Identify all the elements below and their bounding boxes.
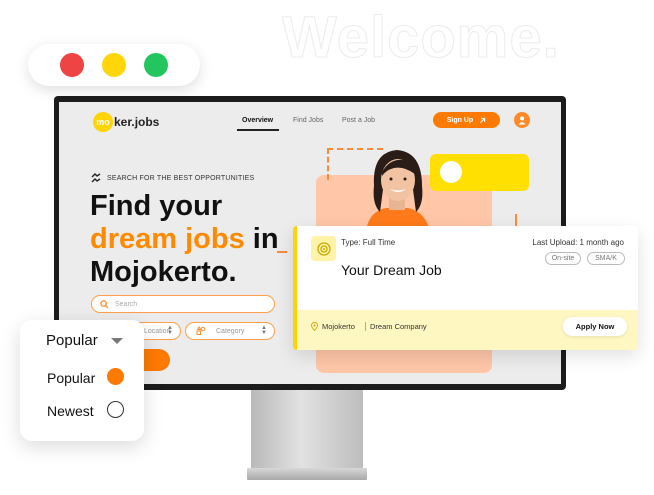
lightning-icon: [91, 173, 101, 183]
hero-highlight: dream jobs: [90, 223, 245, 255]
search-input[interactable]: Search: [91, 295, 275, 313]
job-title: Your Dream Job: [341, 262, 442, 278]
apply-now-button[interactable]: Apply Now: [563, 317, 627, 336]
user-avatar[interactable]: [514, 112, 530, 128]
hero-tagline: SEARCH FOR THE BEST OPPORTUNITIES: [91, 173, 254, 183]
search-placeholder: Search: [115, 300, 138, 308]
minimize-button[interactable]: [102, 53, 126, 77]
job-logo: [311, 236, 336, 261]
promo-stage: Welcome. mo ker.jobs Overview Find Jobs …: [0, 0, 654, 495]
radio-unchecked-icon[interactable]: [107, 401, 124, 418]
category-icon: [196, 326, 206, 335]
logo-text: ker.jobs: [114, 115, 160, 129]
radio-checked-icon[interactable]: [107, 368, 124, 385]
job-type: Type: Full Time: [341, 238, 396, 247]
category-select[interactable]: Category ▲ ▼: [185, 322, 275, 340]
location-pin-icon: [311, 322, 318, 331]
monitor-stand: [251, 390, 363, 470]
chevron-down-icon[interactable]: [111, 338, 123, 344]
sort-dropdown: Popular Popular Newest: [20, 320, 144, 441]
sort-option-newest[interactable]: Newest: [47, 403, 94, 419]
select-chevrons-icon: ▲ ▼: [261, 325, 267, 336]
close-button[interactable]: [60, 53, 84, 77]
logo-mark: mo: [93, 112, 113, 132]
category-select-label: Category: [216, 327, 245, 335]
sign-up-button[interactable]: Sign Up: [433, 112, 500, 128]
hero-line-2-rest: in: [244, 223, 279, 255]
tagline-text: SEARCH FOR THE BEST OPPORTUNITIES: [107, 174, 255, 182]
decorative-dash: [277, 251, 287, 253]
nav-post-job[interactable]: Post a Job: [342, 117, 375, 124]
monitor-base: [247, 468, 367, 480]
job-location-text: Mojokerto: [322, 322, 355, 331]
app-logo[interactable]: mo ker.jobs: [93, 112, 159, 132]
hero-line-1: Find your: [90, 190, 223, 222]
maximize-button[interactable]: [144, 53, 168, 77]
hero-line-3: Mojokerto.: [90, 256, 237, 288]
nav-active-indicator: [237, 129, 279, 131]
hero-title: Find your dream jobs in Mojokerto.: [90, 190, 279, 289]
sort-option-popular[interactable]: Popular: [47, 370, 95, 386]
select-chevrons-icon: ▲ ▼: [167, 325, 173, 336]
nav-overview[interactable]: Overview: [242, 117, 273, 124]
job-last-upload: Last Upload: 1 month ago: [532, 238, 624, 247]
welcome-heading: Welcome.: [282, 5, 560, 71]
job-company: Dream Company: [365, 322, 427, 331]
hero-person-photo: [366, 150, 430, 232]
hero-line-2: dream jobs in: [90, 223, 279, 256]
job-location: Mojokerto: [311, 322, 355, 331]
user-icon: [518, 116, 526, 125]
search-icon: [100, 299, 109, 309]
arrow-up-right-icon: [480, 117, 486, 123]
sign-up-label: Sign Up: [446, 116, 474, 124]
window-controls: [28, 44, 200, 86]
job-tag: On-site: [545, 252, 581, 265]
nav-find-jobs[interactable]: Find Jobs: [293, 117, 323, 124]
target-icon: [316, 241, 331, 256]
sort-selected-value[interactable]: Popular: [46, 332, 98, 349]
decorative-dash: [515, 214, 517, 226]
job-card[interactable]: Type: Full Time Last Upload: 1 month ago…: [293, 226, 638, 350]
job-tag: SMA/K: [587, 252, 625, 265]
